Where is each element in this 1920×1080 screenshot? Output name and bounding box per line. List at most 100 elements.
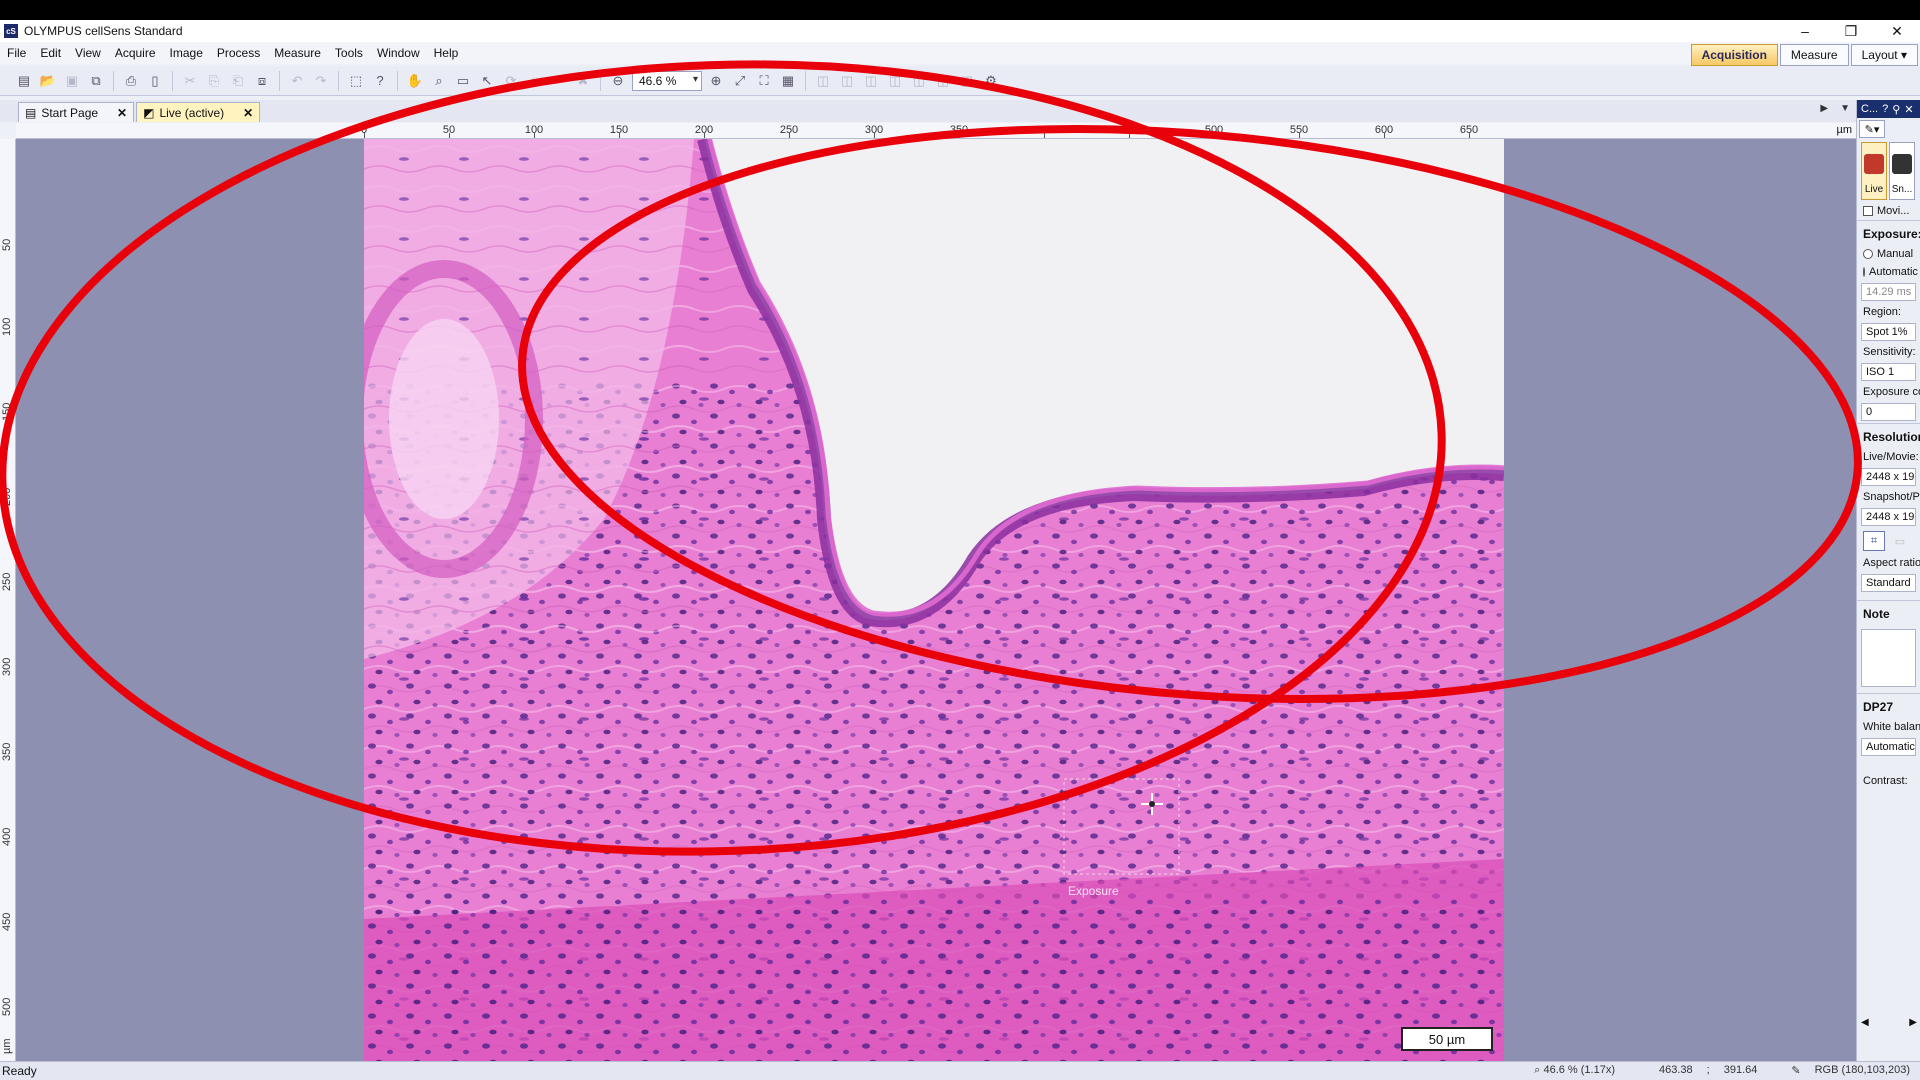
objective-icon[interactable]: ◫ <box>933 71 953 91</box>
zoom-in-icon[interactable]: ⊕ <box>706 71 726 91</box>
objective-icon[interactable]: ◫ <box>813 71 833 91</box>
close-tab-icon[interactable]: ✕ <box>243 106 253 120</box>
minimize-button[interactable]: – <box>1782 20 1828 42</box>
manual-radio[interactable] <box>1863 249 1873 259</box>
exposure-time-field[interactable]: 14.29 ms <box>1861 283 1916 301</box>
redo-icon[interactable]: ↷ <box>311 71 331 91</box>
menu-edit[interactable]: Edit <box>33 46 68 60</box>
select-frame-icon[interactable]: ⬚ <box>346 71 366 91</box>
region-select[interactable]: Spot 1% <box>1861 323 1916 341</box>
layout-acquisition-button[interactable]: Acquisition <box>1690 44 1778 66</box>
actual-size-icon[interactable]: ⛶ <box>754 71 774 91</box>
menu-process[interactable]: Process <box>210 46 267 60</box>
sensitivity-select[interactable]: ISO 1 <box>1861 363 1916 381</box>
ruler-tick-label: 200 <box>1 487 13 506</box>
menu-window[interactable]: Window <box>370 46 427 60</box>
scroll-tabs-right-icon[interactable]: ▶ <box>1820 103 1828 114</box>
menu-acquire[interactable]: Acquire <box>108 46 163 60</box>
snapshot-select[interactable]: 2448 x 1920 <box>1861 508 1916 526</box>
movie-checkbox-row[interactable]: Movi... <box>1857 202 1920 220</box>
ruler-tick <box>1044 133 1045 138</box>
settings-dropdown-icon[interactable]: ✎▾ <box>1859 120 1885 138</box>
rotate-icon[interactable]: ⟳ <box>501 71 521 91</box>
pin-icon[interactable]: ⚲ <box>1892 103 1900 116</box>
window-title: OLYMPUS cellSens Standard <box>24 24 183 38</box>
cut-icon[interactable]: ✂ <box>180 71 200 91</box>
display-settings-icon[interactable]: ▦ <box>778 71 798 91</box>
restore-button[interactable]: ❐ <box>1828 20 1874 42</box>
layout-dropdown-button[interactable]: Layout ▾ <box>1850 44 1918 66</box>
copy-icon[interactable]: ⎘ <box>204 71 224 91</box>
tab-live[interactable]: ◩ Live (active) ✕ <box>136 102 261 122</box>
menu-image[interactable]: Image <box>163 46 210 60</box>
manual-radio-row[interactable]: Manual <box>1857 245 1920 263</box>
panel-scrollbar[interactable]: ◀ ▶ <box>1861 1017 1917 1031</box>
exposure-comp-field[interactable]: 0 <box>1861 403 1916 421</box>
close-button[interactable]: ✕ <box>1874 20 1920 42</box>
duplicate-icon[interactable]: ⧈ <box>252 71 272 91</box>
live-button[interactable]: Live <box>1861 142 1887 200</box>
movie-checkbox[interactable] <box>1863 206 1873 216</box>
snapshot-label: Snapshot/Pro <box>1863 491 1920 503</box>
close-tab-icon[interactable]: ✕ <box>117 106 127 120</box>
ruler-tick-label: 300 <box>1 657 13 676</box>
scroll-left-icon[interactable]: ◀ <box>1861 1017 1869 1031</box>
save-icon[interactable]: ▣ <box>62 71 82 91</box>
automatic-radio[interactable] <box>1863 267 1865 277</box>
objective-icon[interactable]: ◫ <box>837 71 857 91</box>
magnifier-tool-icon[interactable]: ⌕ <box>429 71 449 91</box>
aspect-select[interactable]: Standard <box>1861 574 1916 592</box>
zoom-out-icon[interactable]: ⊖ <box>608 71 628 91</box>
camera-settings-icon[interactable]: ⚙ <box>981 71 1001 91</box>
menu-help[interactable]: Help <box>427 46 466 60</box>
new-document-icon[interactable]: ▤ <box>14 71 34 91</box>
paste-icon[interactable]: ⎗ <box>228 71 248 91</box>
snapshot-button[interactable]: Sn... <box>1889 142 1915 200</box>
fit-to-window-icon[interactable]: ⤢ <box>730 71 750 91</box>
save-all-icon[interactable]: ⧉ <box>86 71 106 91</box>
crop-icon[interactable]: ⌗ <box>525 71 545 91</box>
confirm-icon[interactable]: ✔ <box>549 71 569 91</box>
layout-label: Layout <box>1861 48 1898 62</box>
print-preview-icon[interactable]: ▯ <box>145 71 165 91</box>
objective-icon[interactable]: ◫ <box>885 71 905 91</box>
zoom-select[interactable]: 46.6 % <box>632 70 702 91</box>
open-folder-icon[interactable]: 📂 <box>38 71 58 91</box>
note-textarea[interactable] <box>1861 629 1916 687</box>
menu-tools[interactable]: Tools <box>328 46 370 60</box>
manual-label: Manual <box>1877 248 1914 260</box>
print-icon[interactable]: ⎙ <box>121 71 141 91</box>
histology-image[interactable] <box>364 139 1504 1061</box>
white-balance-select[interactable]: Automatic <box>1861 738 1916 756</box>
undo-icon[interactable]: ↶ <box>287 71 307 91</box>
help-pointer-icon[interactable]: ? <box>370 71 390 91</box>
cancel-icon[interactable]: ✖ <box>573 71 593 91</box>
toolbar-separator <box>279 70 280 91</box>
objective-icon[interactable]: ◫ <box>909 71 929 91</box>
image-viewport[interactable]: Exposure 50 µm <box>16 139 1856 1061</box>
help-icon[interactable]: ? <box>1882 103 1888 115</box>
live-movie-select[interactable]: 2448 x 1920 <box>1861 468 1916 486</box>
tab-start-page[interactable]: ▤ Start Page ✕ <box>18 102 135 122</box>
ruler-unit: µm <box>1836 124 1852 136</box>
menu-measure[interactable]: Measure <box>267 46 328 60</box>
hand-pan-icon[interactable]: ✋ <box>405 71 425 91</box>
objective-icon[interactable]: ◫ <box>957 71 977 91</box>
menu-file[interactable]: File <box>0 46 33 60</box>
crop-clear-icon[interactable]: ▭ <box>1889 531 1911 551</box>
tab-list-icon[interactable]: ▼ <box>1840 103 1850 114</box>
close-panel-icon[interactable]: ✕ <box>1904 103 1913 116</box>
arrow-select-icon[interactable]: ↖ <box>477 71 497 91</box>
crop-region-icon[interactable]: ⌗ <box>1863 531 1885 551</box>
app-logo-icon: cS <box>4 24 18 38</box>
zoom-readout: ⌕ 46.6 % (1.17x) <box>1534 1064 1616 1076</box>
layout-measure-button[interactable]: Measure <box>1779 44 1849 66</box>
objective-icon[interactable]: ◫ <box>861 71 881 91</box>
rectangle-select-icon[interactable]: ▭ <box>453 71 473 91</box>
ruler-tick <box>449 133 450 138</box>
scroll-right-icon[interactable]: ▶ <box>1909 1017 1917 1031</box>
menu-view[interactable]: View <box>68 46 108 60</box>
ruler-unit: µm <box>1 1038 13 1054</box>
ruler-tick-label: 500 <box>1 997 13 1016</box>
automatic-radio-row[interactable]: Automatic <box>1857 263 1920 281</box>
